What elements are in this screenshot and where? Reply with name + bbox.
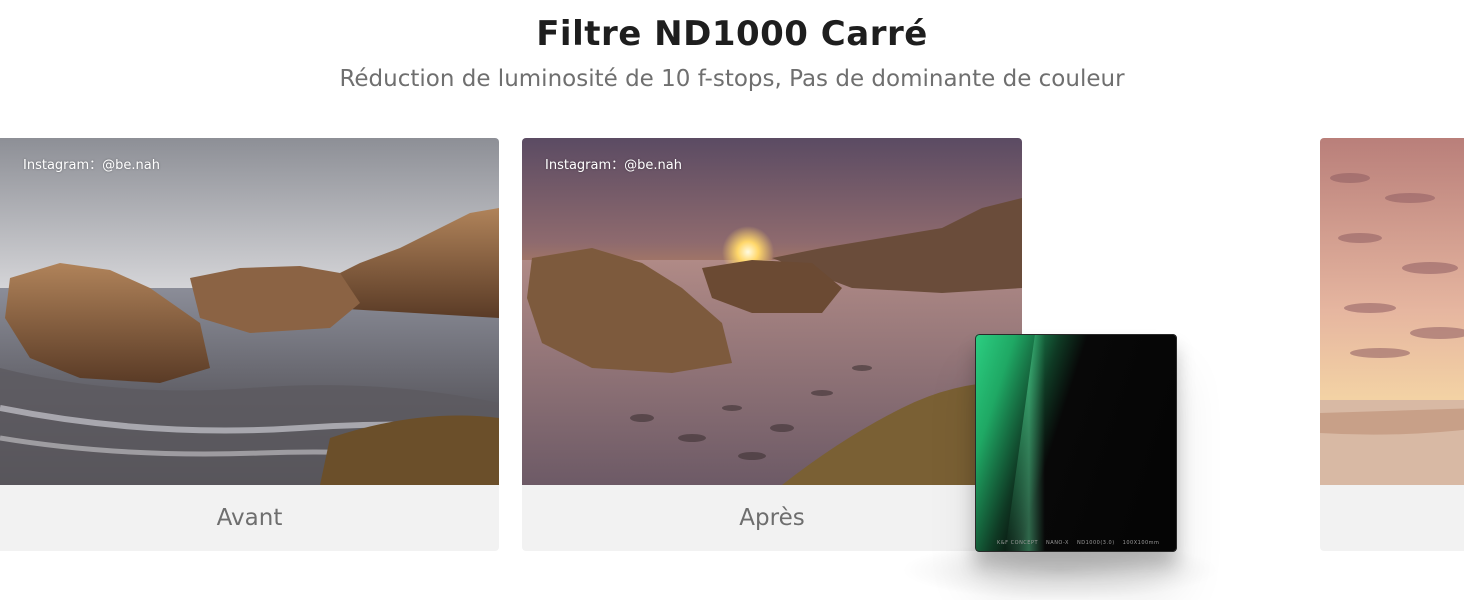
page-subtitle: Réduction de luminosité de 10 f-stops, P… — [339, 66, 1125, 92]
before-caption: Avant — [216, 505, 283, 531]
filter-series: NANO-X — [1046, 540, 1069, 546]
next-photo — [1320, 138, 1464, 485]
comparison-card-before: Instagram：@be.nah Avant — [0, 138, 499, 551]
before-photo: Instagram：@be.nah — [0, 138, 499, 485]
filter-size: 100X100mm — [1122, 540, 1160, 546]
comparison-card-next — [1320, 138, 1464, 551]
filter-brand: K&F CONCEPT — [997, 540, 1039, 546]
filter-model: ND1000(3.0) — [1077, 540, 1115, 546]
comparison-card-after: Instagram：@be.nah Après — [522, 138, 1022, 551]
filter-engraving: K&F CONCEPT NANO-X ND1000(3.0) 100X100mm — [975, 540, 1177, 546]
photo-credit: Instagram：@be.nah — [23, 158, 160, 173]
page-title: Filtre ND1000 Carré — [536, 14, 928, 54]
nd-filter-product: K&F CONCEPT NANO-X ND1000(3.0) 100X100mm — [975, 334, 1177, 552]
after-photo: Instagram：@be.nah — [522, 138, 1022, 485]
photo-credit: Instagram：@be.nah — [545, 158, 682, 173]
